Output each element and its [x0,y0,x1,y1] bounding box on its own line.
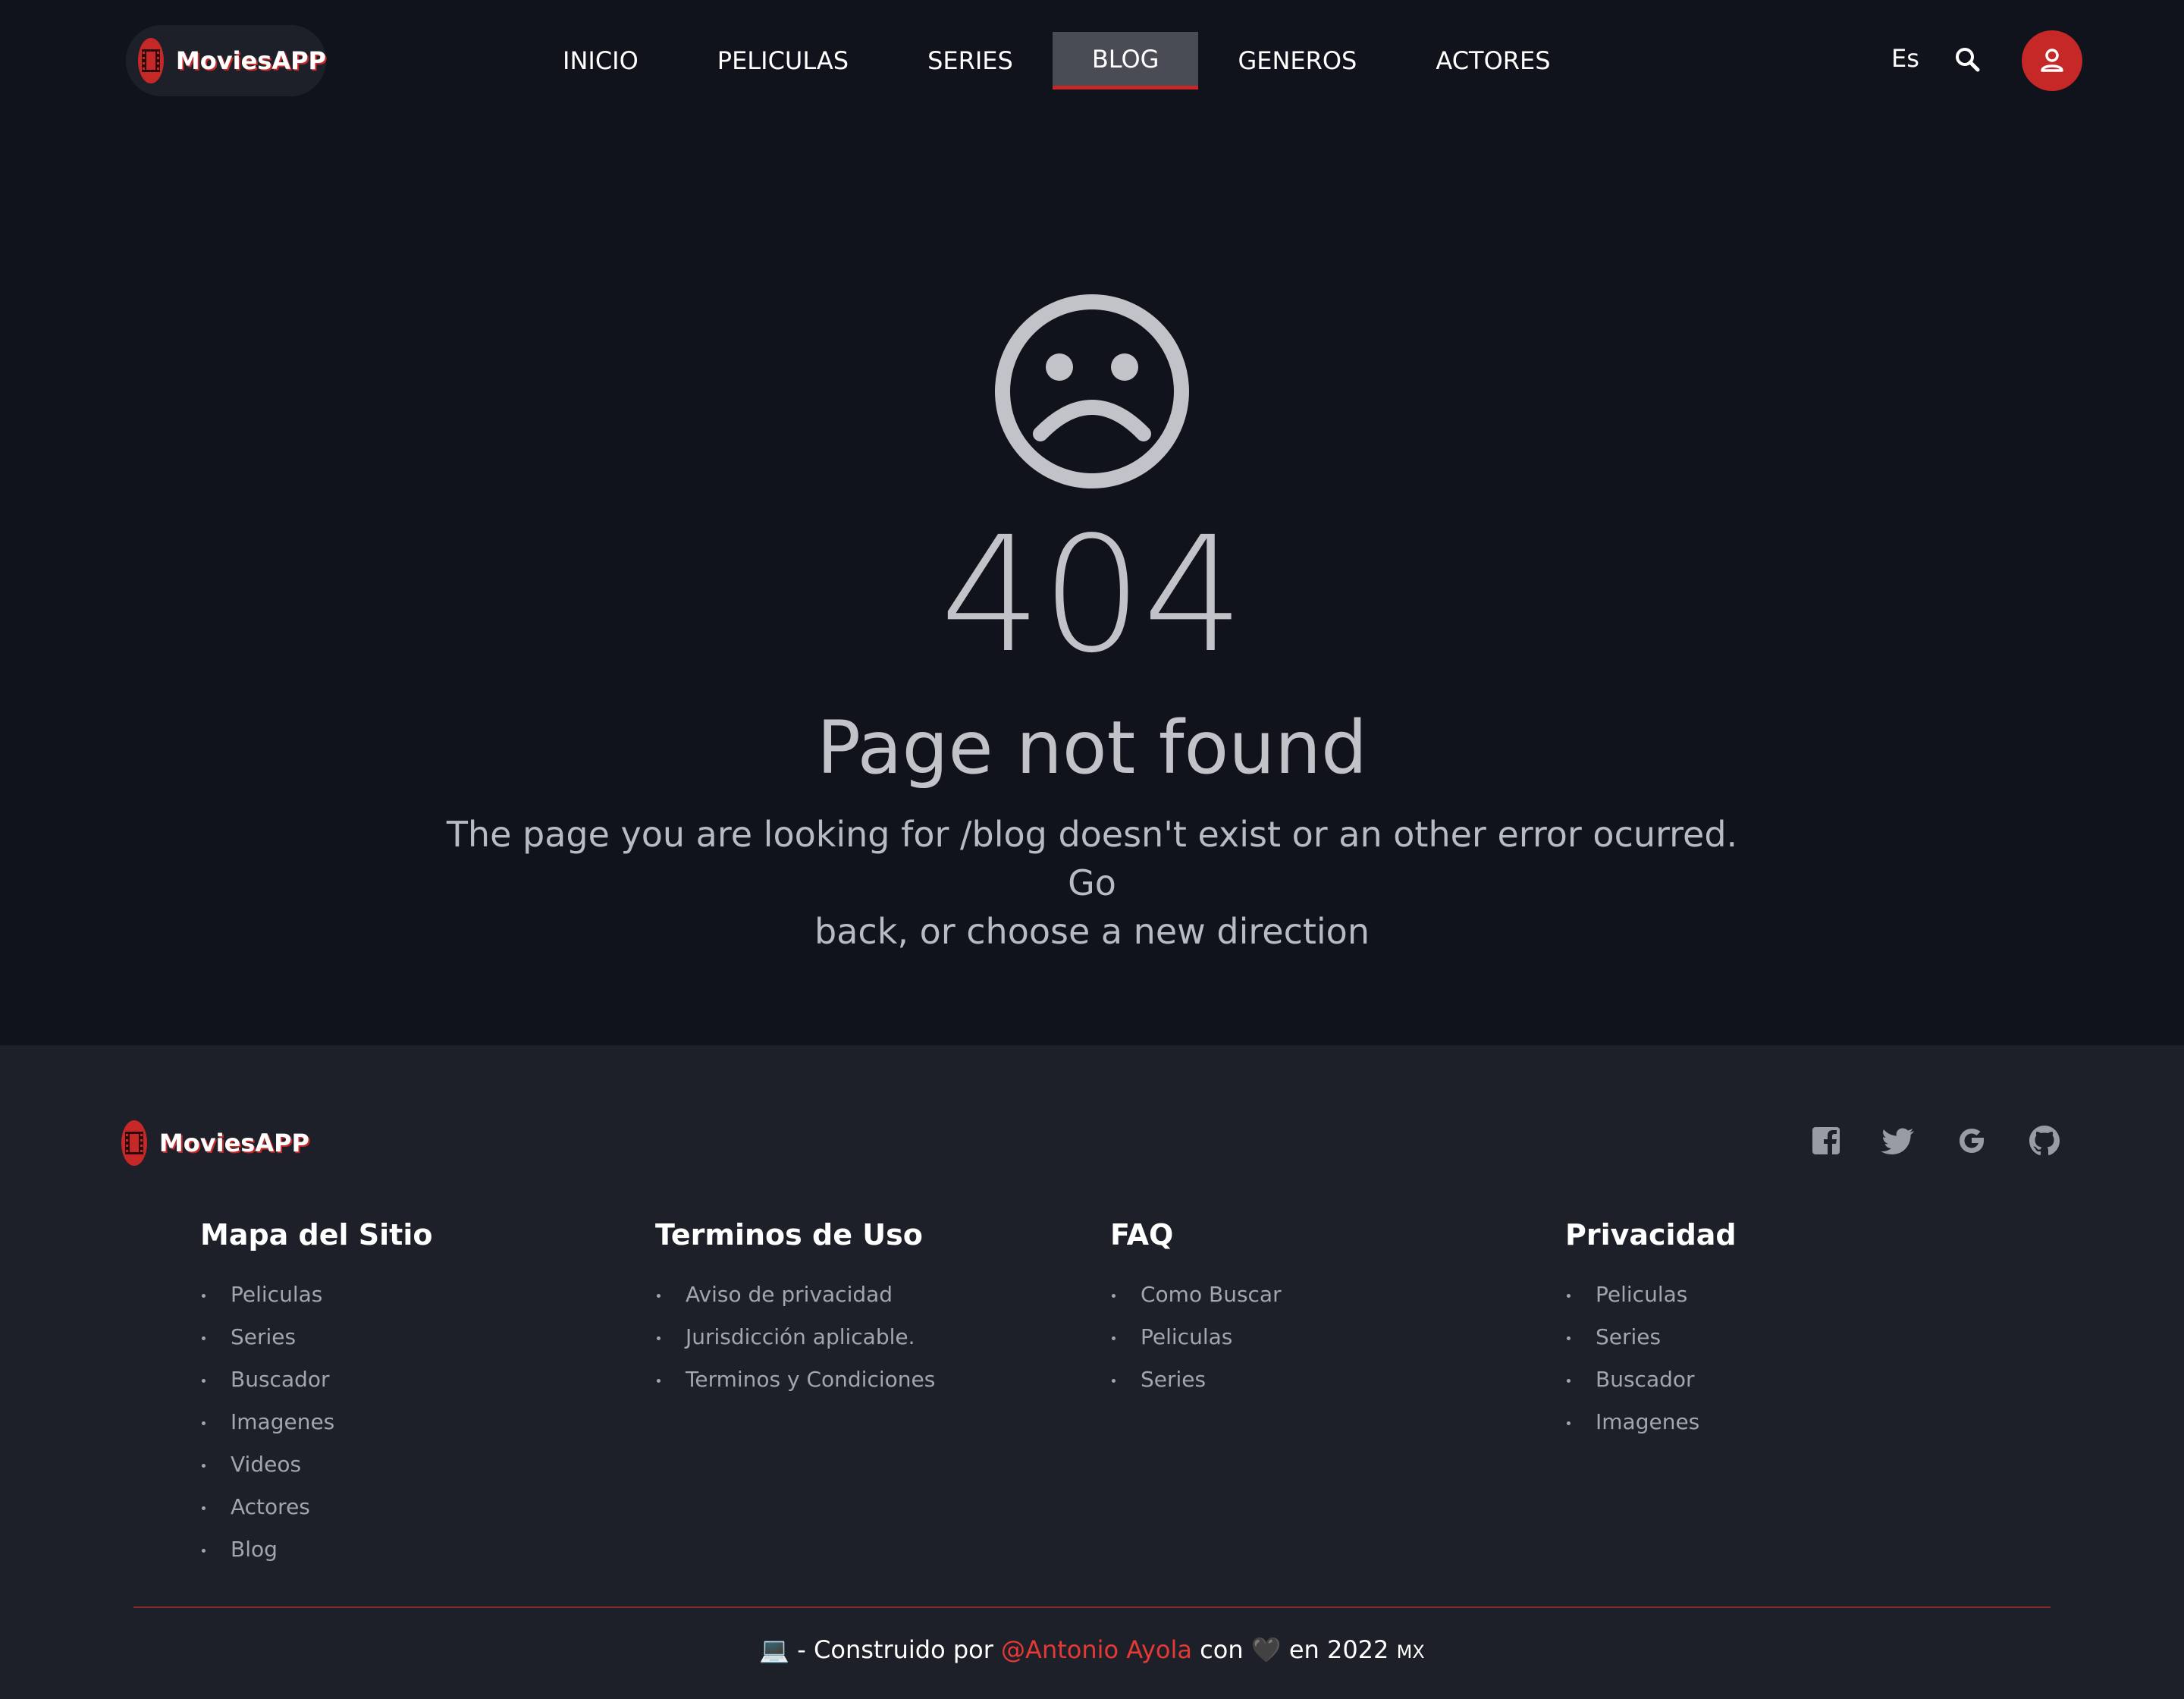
credits-prefix: - Construido por [797,1635,993,1664]
nav-item-inicio[interactable]: INICIO [523,32,678,90]
footer-link[interactable]: Peliculas [1565,1282,1990,1324]
brand-name: MoviesAPP [175,46,326,75]
credits-with: con [1200,1635,1244,1664]
footer-link[interactable]: Imagenes [200,1409,625,1452]
footer-link[interactable]: Imagenes [1565,1409,1990,1452]
footer-link[interactable]: Videos [200,1452,625,1494]
footer: MoviesAPP Mapa del Sitio Peliculas Serie… [0,1045,2184,1699]
error-title: Page not found [817,705,1367,790]
footer-column-faq: FAQ Como Buscar Peliculas Series [1110,1218,1535,1409]
nav-item-generos[interactable]: GENEROS [1198,32,1396,90]
footer-link[interactable]: Peliculas [200,1282,625,1324]
footer-link[interactable]: Actores [200,1494,625,1537]
footer-column-title: Privacidad [1565,1218,1737,1251]
language-selector[interactable]: Es [1891,44,1919,73]
nav-item-blog[interactable]: BLOG [1052,32,1199,90]
main-nav: INICIO PELICULAS SERIES BLOG GENEROS ACT… [523,32,1590,90]
footer-column-terms: Terminos de Uso Aviso de privacidad Juri… [655,1218,1080,1409]
nav-item-peliculas[interactable]: PELICULAS [678,32,888,90]
google-icon[interactable] [1953,1123,1990,1159]
user-icon [2041,49,2063,72]
footer-link[interactable]: Jurisdicción aplicable. [655,1324,1080,1367]
footer-column-privacy: Privacidad Peliculas Series Buscador Ima… [1565,1218,1990,1452]
header: MoviesAPP INICIO PELICULAS SERIES BLOG G… [0,0,2184,121]
footer-divider [133,1606,2051,1608]
nav-item-series[interactable]: SERIES [888,32,1053,90]
footer-credits: 💻 - Construido por @Antonio Ayola con 🖤 … [0,1635,2184,1664]
nav-item-actores[interactable]: ACTORES [1396,32,1589,90]
footer-link[interactable]: Blog [200,1537,625,1579]
error-code: 404 [940,502,1244,688]
footer-link[interactable]: Terminos y Condiciones [655,1367,1080,1409]
footer-link[interactable]: Series [200,1324,625,1367]
film-icon [121,1120,147,1166]
footer-brand-name: MoviesAPP [158,1129,309,1157]
footer-link[interactable]: Buscador [200,1367,625,1409]
laptop-icon: 💻 [759,1635,790,1664]
footer-column-title: Mapa del Sitio [200,1218,433,1251]
footer-column-title: Terminos de Uso [655,1218,923,1251]
film-icon [138,38,164,83]
footer-link[interactable]: Como Buscar [1110,1282,1535,1324]
credits-country: MX [1396,1641,1425,1663]
search-icon[interactable] [1952,44,1985,77]
error-message: The page you are looking for /blog doesn… [425,810,1759,956]
credits-year: en 2022 [1288,1635,1389,1664]
brand-logo[interactable]: MoviesAPP [126,25,326,96]
sad-face-icon [990,290,1194,493]
footer-column-sitemap: Mapa del Sitio Peliculas Series Buscador… [200,1218,625,1579]
footer-link[interactable]: Peliculas [1110,1324,1535,1367]
error-section: 404 Page not found The page you are look… [0,121,2184,1045]
footer-link[interactable]: Series [1565,1324,1990,1367]
user-account-button[interactable] [2022,30,2082,91]
github-icon[interactable] [2026,1123,2063,1159]
footer-link[interactable]: Aviso de privacidad [655,1282,1080,1324]
facebook-icon[interactable] [1808,1123,1844,1159]
footer-link[interactable]: Series [1110,1367,1535,1409]
heart-icon: 🖤 [1250,1635,1282,1664]
footer-brand-logo[interactable]: MoviesAPP [109,1107,309,1179]
error-message-line-2: back, or choose a new direction [814,911,1370,952]
author-link[interactable]: @Antonio Ayola [1001,1635,1192,1664]
footer-column-title: FAQ [1110,1218,1174,1251]
error-message-line-1: The page you are looking for /blog doesn… [446,814,1738,903]
footer-link[interactable]: Buscador [1565,1367,1990,1409]
twitter-icon[interactable] [1881,1123,1917,1159]
